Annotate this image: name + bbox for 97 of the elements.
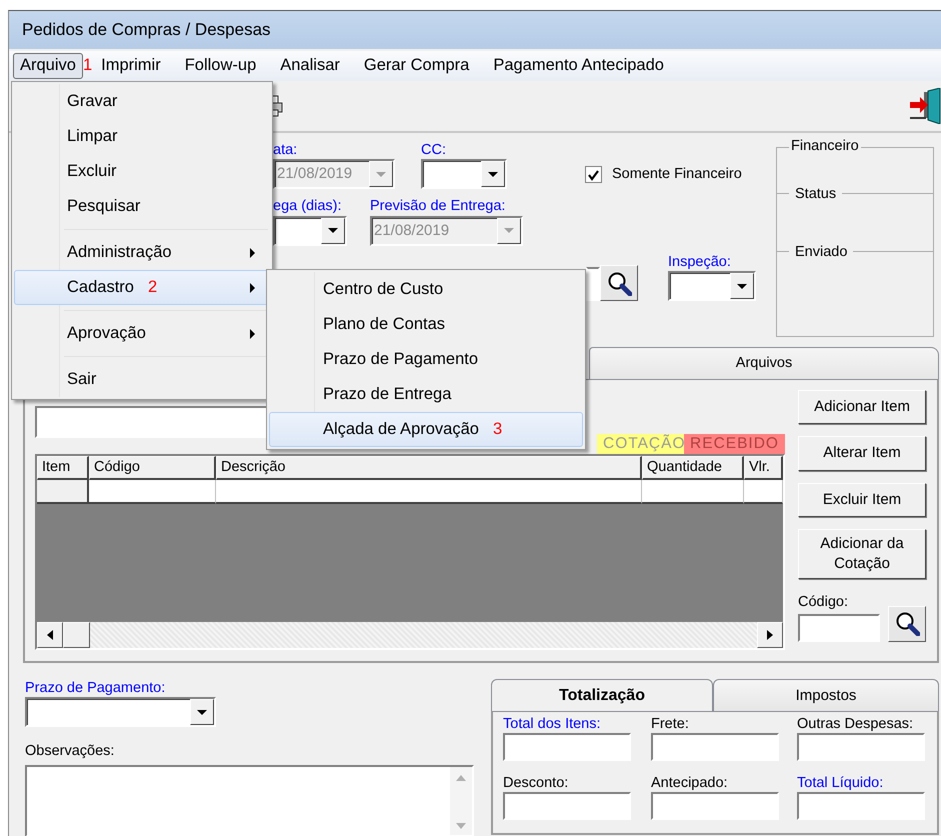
menu-item-label: Sair [67, 370, 98, 390]
dropdown-button[interactable] [190, 699, 214, 726]
menu-item[interactable]: Gerar Compra [356, 53, 476, 79]
menu-item-label: Pesquisar [67, 196, 142, 216]
menu-item[interactable]: Analisar [273, 53, 347, 79]
menu-item-label: Centro de Custo [323, 280, 444, 300]
step-number: 1 [82, 56, 92, 76]
item-button[interactable]: Adicionar Item [798, 390, 926, 424]
field-label: Outras Despesas: [797, 716, 914, 734]
step-number: 3 [492, 420, 502, 440]
column-header: Descrição [216, 456, 642, 480]
text-field[interactable] [503, 792, 631, 820]
field-label: Total dos Itens: [503, 716, 602, 734]
menu-item[interactable]: Administração [14, 235, 270, 270]
menu-item-label: Gravar [67, 92, 118, 112]
field-label: Antecipado: [651, 774, 729, 792]
menu-item-label: Alçada de Aprovação [323, 420, 479, 440]
caret-icon[interactable] [487, 170, 499, 178]
menu-item[interactable]: Centro de Custo [269, 272, 583, 307]
menu-item[interactable]: Prazo de Pagamento [269, 342, 583, 377]
menu-item-label: Prazo de Pagamento [323, 350, 480, 370]
item-button[interactable]: Adicionar da Cotação [798, 528, 926, 580]
submenu-arrow-icon [250, 248, 255, 258]
dropdown-field[interactable] [273, 216, 347, 246]
field-label: Inspeção: [668, 254, 732, 272]
text-field[interactable] [797, 792, 925, 820]
menu-item[interactable]: Limpar [14, 119, 270, 154]
field-label: Frete: [651, 716, 690, 734]
menu-item-label: Prazo de Entrega [323, 384, 452, 404]
menu-item-label: Aprovação [67, 324, 147, 344]
caret-icon[interactable] [196, 708, 208, 716]
checkbox[interactable] [585, 166, 602, 184]
scroll-thumb[interactable] [63, 622, 90, 648]
text-field[interactable] [651, 792, 779, 820]
dropdown-field[interactable] [421, 159, 507, 190]
scrollbar[interactable] [37, 622, 783, 648]
menu-item[interactable]: Plano de Contas [269, 307, 583, 342]
menu-item[interactable]: Excluir [14, 154, 270, 189]
field-label: Desconto: [503, 774, 570, 792]
menu-item-label: Administração [67, 242, 173, 262]
dropdown-field[interactable] [25, 697, 216, 728]
submenu-arrow-icon [250, 282, 255, 292]
status-legend: RECEBIDO [684, 434, 785, 454]
text-field[interactable] [798, 614, 880, 642]
field-label: ata: [273, 142, 298, 158]
window-title: Pedidos de Compras / Despesas [22, 20, 271, 40]
status-legend: COTAÇÃO [597, 434, 684, 454]
search-icon[interactable] [894, 611, 920, 636]
field-label: ega (dias): [273, 198, 342, 214]
menu-item-label: Excluir [67, 162, 118, 182]
menu-item[interactable]: Alçada de Aprovação 3 [269, 412, 583, 447]
caret-icon[interactable] [327, 227, 339, 234]
checkbox-label: Somente Financeiro [612, 166, 742, 184]
menu-item[interactable]: Arquivo [13, 53, 83, 79]
field-label: Previsão de Entrega: [370, 198, 506, 214]
item-button[interactable]: Excluir Item [798, 482, 926, 517]
menu-item[interactable]: Follow-up [178, 53, 264, 79]
column-header: Código [89, 456, 216, 480]
menu-item[interactable]: Prazo de Entrega [269, 377, 583, 412]
text-field[interactable] [503, 733, 631, 762]
exit-door-icon[interactable] [908, 88, 941, 124]
search-button[interactable] [600, 265, 638, 302]
menu-item[interactable]: Sair [14, 362, 270, 397]
field-label: Prazo de Pagamento: [25, 680, 166, 696]
dropdown-button[interactable] [481, 161, 505, 188]
text-field[interactable] [651, 733, 779, 762]
field-label: CC: [421, 142, 446, 158]
item-button[interactable]: Alterar Item [798, 436, 926, 470]
column-header: Item [37, 456, 89, 480]
search-icon[interactable] [606, 270, 632, 296]
menu-item[interactable]: Imprimir [94, 53, 168, 79]
tab[interactable]: Totalização [491, 679, 713, 711]
search-button[interactable] [888, 606, 926, 642]
field-label: Observações: [25, 743, 116, 761]
menu-item[interactable]: Aprovação [14, 316, 270, 351]
tab[interactable]: Impostos [713, 679, 939, 711]
column-header: Vlr. [744, 456, 783, 480]
right-arrow-icon[interactable] [767, 630, 773, 640]
menu-item[interactable]: Gravar [14, 84, 270, 119]
column-header: Quantidade [642, 456, 744, 480]
field-label: Código: [798, 594, 848, 610]
caret-icon[interactable] [736, 282, 748, 290]
step-number: 2 [148, 278, 158, 298]
left-arrow-icon[interactable] [47, 630, 53, 640]
menu-item-label: Plano de Contas [323, 314, 446, 334]
menu-item[interactable]: Pagamento Antecipado [486, 53, 671, 79]
menu-item[interactable]: Pesquisar [14, 189, 270, 224]
dropdown-button[interactable] [321, 218, 345, 244]
submenu-arrow-icon [250, 328, 255, 338]
field-label: Total Líquido: [797, 774, 884, 792]
text-field[interactable] [586, 267, 600, 302]
dropdown-field[interactable] [668, 271, 756, 302]
tab[interactable]: Arquivos [589, 347, 939, 379]
text-field[interactable] [797, 733, 925, 762]
dropdown-button[interactable] [730, 273, 754, 300]
menu-item-label: Cadastro [67, 278, 134, 298]
menu-item-label: Limpar [67, 126, 118, 146]
